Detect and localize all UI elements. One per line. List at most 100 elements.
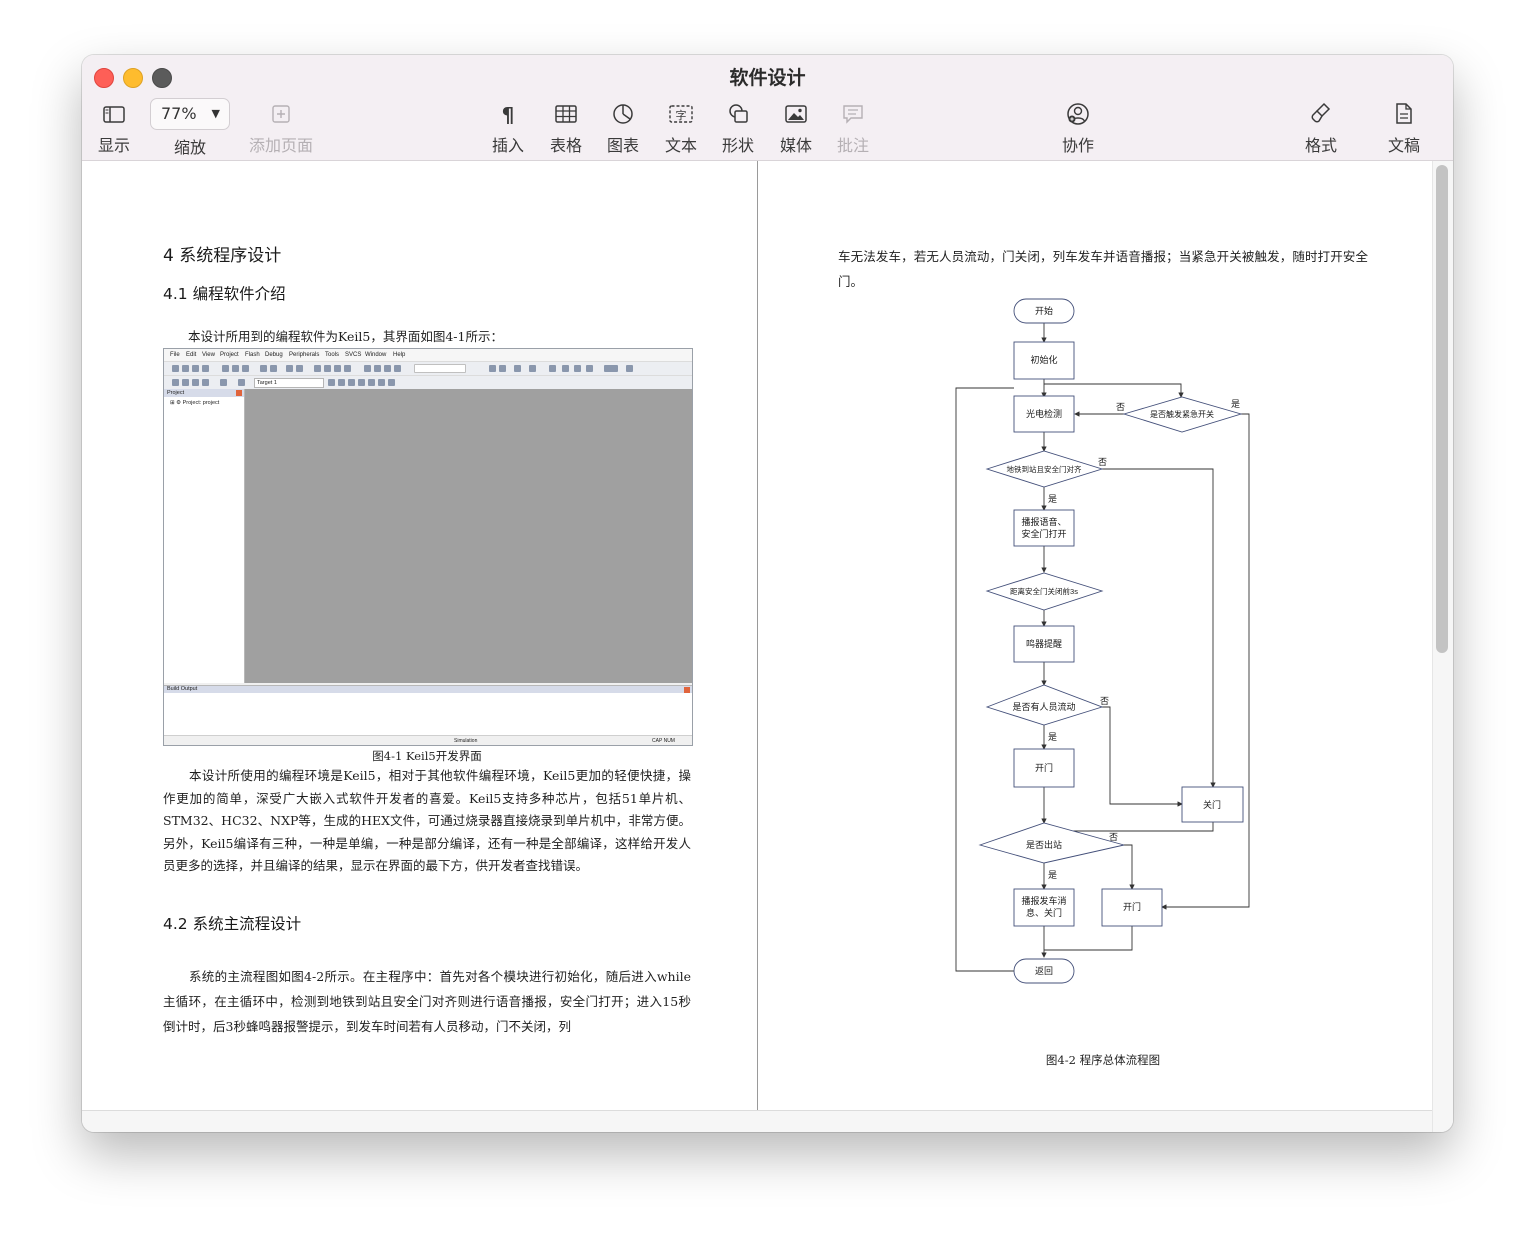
pilcrow-icon: ¶ <box>502 103 515 127</box>
media-label: 媒体 <box>779 136 812 155</box>
keil-status-bar: Simulation CAP NUM <box>164 735 692 745</box>
zoom-select[interactable]: 77% ▼ <box>150 98 230 130</box>
svg-text:¶: ¶ <box>502 103 515 127</box>
page-left[interactable]: 4 系统程序设计 4.1 编程软件介绍 本设计所用到的编程软件为Keil5，其界… <box>82 161 756 1110</box>
figure-caption-flowchart: 图4-2 程序总体流程图 <box>1045 1053 1161 1067</box>
comment-icon <box>843 105 863 124</box>
keil-menu-item: SVCS <box>345 352 362 358</box>
page-right[interactable]: 车无法发车，若无人员流动，门关闭，列车发车并语音播报；当紧急开关被触发，随时打开… <box>758 161 1432 1110</box>
view-label: 显示 <box>97 136 130 155</box>
flowchart-emergency-text: 是否触发紧急开关 <box>1150 409 1214 419</box>
collaborate-button[interactable]: 协作 <box>1058 99 1098 157</box>
paintbrush-icon <box>1311 102 1331 123</box>
flowchart-label-no: 否 <box>1100 696 1109 706</box>
view-button[interactable]: 显示 <box>96 99 132 157</box>
chevron-down-icon: ▼ <box>211 107 220 120</box>
document-icon <box>1396 103 1412 124</box>
zoom-label: 缩放 <box>173 138 206 157</box>
keil-build-output: Build Output <box>164 685 692 736</box>
format-button[interactable]: 格式 <box>1301 99 1341 157</box>
page-gutter <box>82 1110 1432 1132</box>
flowchart-depart-text: 是否出站 <box>1026 839 1062 850</box>
table-button[interactable]: 表格 <box>546 99 586 157</box>
window-title: 软件设计 <box>729 67 806 89</box>
text-label: 文本 <box>664 136 697 155</box>
flowchart-label-yes: 是 <box>1231 399 1240 409</box>
keil-menu-item: Window <box>365 352 387 358</box>
flowchart-broadcast-text-2: 息、关门 <box>1026 907 1062 918</box>
keil-build-toolbar: Target 1 <box>164 375 692 389</box>
collaborate-icon <box>1067 103 1089 125</box>
flowchart-start-text: 开始 <box>1035 305 1053 316</box>
document-label: 文稿 <box>1387 136 1420 155</box>
comment-button[interactable]: 批注 <box>833 99 873 157</box>
insert-button[interactable]: ¶ 插入 <box>488 99 528 157</box>
flowchart-buzzer-text: 鸣器提醒 <box>1026 638 1062 649</box>
comment-label: 批注 <box>836 136 869 155</box>
flowchart-people-text: 是否有人员流动 <box>1012 701 1075 712</box>
flowchart-label-yes: 是 <box>1048 494 1057 504</box>
flowchart-open-door-2-text: 开门 <box>1123 901 1141 912</box>
shape-button[interactable]: 形状 <box>718 99 758 157</box>
table-icon <box>555 105 577 123</box>
flowchart-close-door-text: 关门 <box>1203 799 1221 810</box>
program-flowchart: 开始 初始化 光电检测 是否触发紧急开关 地铁到站且安全门对齐 播报语音、 安全… <box>955 298 1250 984</box>
flowchart-broadcast-text-1: 播报发车消 <box>1021 895 1066 906</box>
shape-label: 形状 <box>721 136 754 155</box>
figure-caption-keil: 图4-1 Keil5开发界面 <box>372 749 482 763</box>
collaborate-label: 协作 <box>1061 136 1094 155</box>
keil-screenshot: File Edit View Project Flash Debug Perip… <box>163 348 693 746</box>
flowchart-label-no: 否 <box>1098 457 1107 467</box>
keil-menu-item: Tools <box>325 352 340 358</box>
toolbar: 软件设计 显示 77% ▼ 缩放 添加页面 ¶ 插入 表格 图表 字 文本 形状… <box>82 55 1453 161</box>
flowchart-open-door-text: 开门 <box>1035 762 1053 773</box>
chart-button[interactable]: 图表 <box>603 99 643 157</box>
zoom-value: 77% <box>161 104 197 123</box>
flowchart-return-text: 返回 <box>1035 965 1053 976</box>
keil-menu-item: View <box>202 352 215 358</box>
table-label: 表格 <box>549 136 582 155</box>
keil-menu-item: Peripherals <box>289 352 320 358</box>
add-page-label: 添加页面 <box>248 136 313 155</box>
keil-status-caps: CAP NUM <box>652 738 675 744</box>
sidebar-icon <box>103 106 125 123</box>
app-window: 软件设计 显示 77% ▼ 缩放 添加页面 ¶ 插入 表格 图表 字 文本 形状… <box>82 55 1453 1132</box>
add-page-button[interactable]: 添加页面 <box>246 99 316 157</box>
keil-menu-item: Help <box>393 352 406 358</box>
document-button[interactable]: 文稿 <box>1384 99 1424 157</box>
keil-menu-item: Flash <box>245 352 260 358</box>
keil-menu-item: File <box>170 352 180 358</box>
format-label: 格式 <box>1304 136 1337 155</box>
keil-target-select: Target 1 <box>254 378 324 388</box>
flowchart-arrived-text: 地铁到站且安全门对齐 <box>1007 464 1082 474</box>
mainflow-paragraph: 系统的主流程图如图4-2所示。在主程序中：首先对各个模块进行初始化，随后进入wh… <box>163 969 691 1034</box>
keil-menu-item: Project <box>220 352 239 358</box>
keil-status-sim: Simulation <box>454 738 478 744</box>
scrollbar-thumb[interactable] <box>1436 165 1448 653</box>
insert-label: 插入 <box>491 136 524 155</box>
flowchart-countdown-text: 距离安全门关闭前3s <box>1010 586 1078 596</box>
keil-menubar: File Edit View Project Flash Debug Perip… <box>164 349 692 361</box>
flowchart-announce-text-1: 播报语音、 <box>1021 516 1066 527</box>
keil-project-panel-title: Project <box>167 390 185 396</box>
text-box-icon: 字 <box>669 105 693 123</box>
text-button[interactable]: 字 文本 <box>661 99 701 157</box>
flowchart-label-yes: 是 <box>1048 732 1057 742</box>
chart-label: 图表 <box>606 136 639 155</box>
pie-chart-icon <box>613 104 633 124</box>
flowchart-photo-text: 光电检测 <box>1026 408 1062 419</box>
flowchart-announce-node <box>1013 509 1075 547</box>
media-button[interactable]: 媒体 <box>776 99 816 157</box>
section-heading: 4 系统程序设计 <box>163 246 282 266</box>
shape-icon <box>729 104 748 123</box>
subsection-heading-mainflow: 4.2 系统主流程设计 <box>163 915 302 933</box>
flowchart-label-no: 否 <box>1109 832 1118 842</box>
svg-text:字: 字 <box>676 108 687 122</box>
add-page-icon <box>272 105 290 123</box>
keil-toolbar <box>164 361 692 375</box>
image-icon <box>785 105 807 123</box>
flowchart-init-text: 初始化 <box>1030 354 1057 365</box>
keil-build-panel-title: Build Output <box>167 686 198 692</box>
flowchart-label-no: 否 <box>1116 402 1125 412</box>
keil-editor-area <box>245 389 692 683</box>
